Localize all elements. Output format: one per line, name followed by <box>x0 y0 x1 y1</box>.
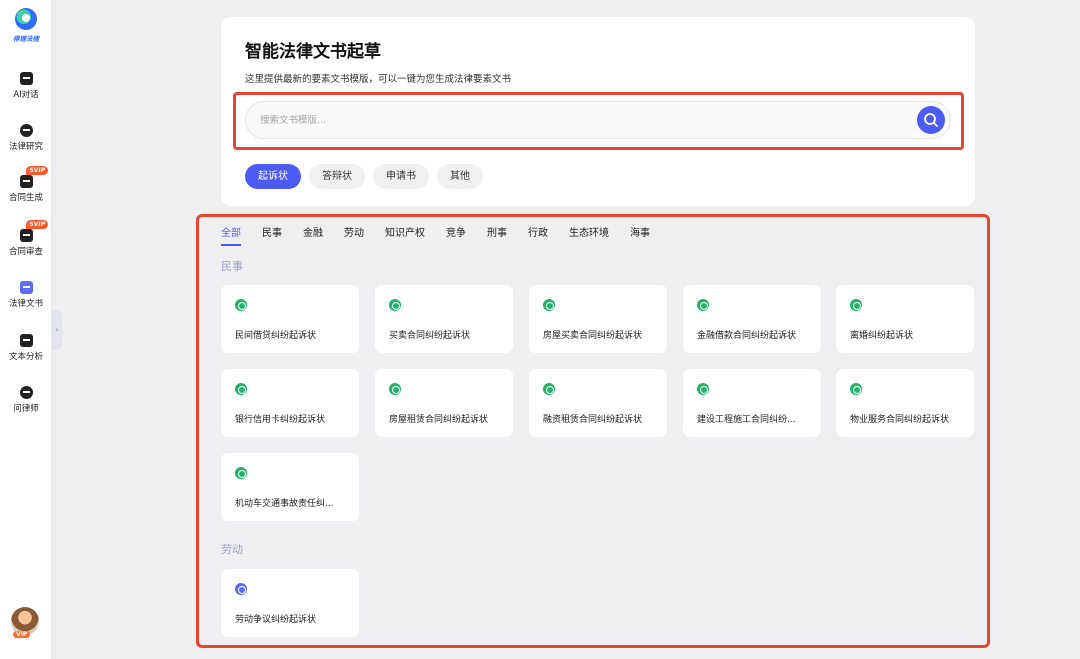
sidebar-item-label: 合同审查 <box>8 247 43 257</box>
sidebar-item-contract-review[interactable]: SVIP 合同审查 <box>0 220 52 257</box>
sidebar-item-text-analysis[interactable]: 文本分析 <box>0 334 52 362</box>
tab-complaint[interactable]: 起诉状 <box>245 164 301 189</box>
sidebar-item-ai-chat[interactable]: AI对话 <box>0 72 52 100</box>
sidebar-item-label: 问律师 <box>13 404 39 414</box>
search-icon <box>924 113 938 127</box>
sidebar: 得理法搜 AI对话 法律研究 SVIP 合同生成 SVIP 合同审查 法律文书 … <box>0 0 52 659</box>
doc-type-tabs: 起诉状 答辩状 申请书 其他 <box>245 164 483 189</box>
content-highlight-outline <box>196 214 990 648</box>
header-card: 智能法律文书起草 这里提供最新的要素文书模版，可以一键为您生成法律要素文书 起诉… <box>221 17 975 206</box>
sidebar-item-legal-documents[interactable]: 法律文书 <box>0 281 52 309</box>
search-input[interactable] <box>260 112 860 128</box>
sidebar-item-label: 法律研究 <box>8 142 43 152</box>
page-title: 智能法律文书起草 <box>245 42 381 62</box>
sidebar-item-label: 法律文书 <box>8 299 43 309</box>
legal-doc-icon <box>19 281 33 294</box>
svip-badge: SVIP <box>26 220 48 229</box>
research-icon <box>19 124 33 137</box>
search-box <box>245 101 951 139</box>
text-analysis-icon <box>19 334 33 347</box>
chevron-right-icon: › <box>55 325 59 334</box>
chat-icon <box>19 72 33 85</box>
sidebar-item-label: AI对话 <box>13 90 39 100</box>
app-logo[interactable]: 得理法搜 <box>0 8 52 43</box>
svip-badge: SVIP <box>26 166 48 175</box>
sidebar-expand-handle[interactable]: › <box>52 310 62 350</box>
sidebar-item-legal-research[interactable]: 法律研究 <box>0 124 52 152</box>
logo-icon <box>15 8 37 30</box>
lawyer-icon <box>19 386 33 399</box>
brand-name: 得理法搜 <box>13 35 39 43</box>
tab-other[interactable]: 其他 <box>437 164 483 189</box>
sidebar-item-ask-lawyer[interactable]: 问律师 <box>0 386 52 414</box>
sidebar-item-label: 合同生成 <box>8 193 43 203</box>
tab-application[interactable]: 申请书 <box>373 164 429 189</box>
page-subtitle: 这里提供最新的要素文书模版，可以一键为您生成法律要素文书 <box>245 74 512 85</box>
contract-review-icon <box>19 229 33 242</box>
vip-badge: VIP <box>13 631 31 638</box>
sidebar-item-label: 文本分析 <box>8 352 43 362</box>
search-button[interactable] <box>917 106 945 134</box>
tab-defense[interactable]: 答辩状 <box>309 164 365 189</box>
contract-generate-icon <box>19 175 33 188</box>
sidebar-item-contract-generate[interactable]: SVIP 合同生成 <box>0 166 52 203</box>
